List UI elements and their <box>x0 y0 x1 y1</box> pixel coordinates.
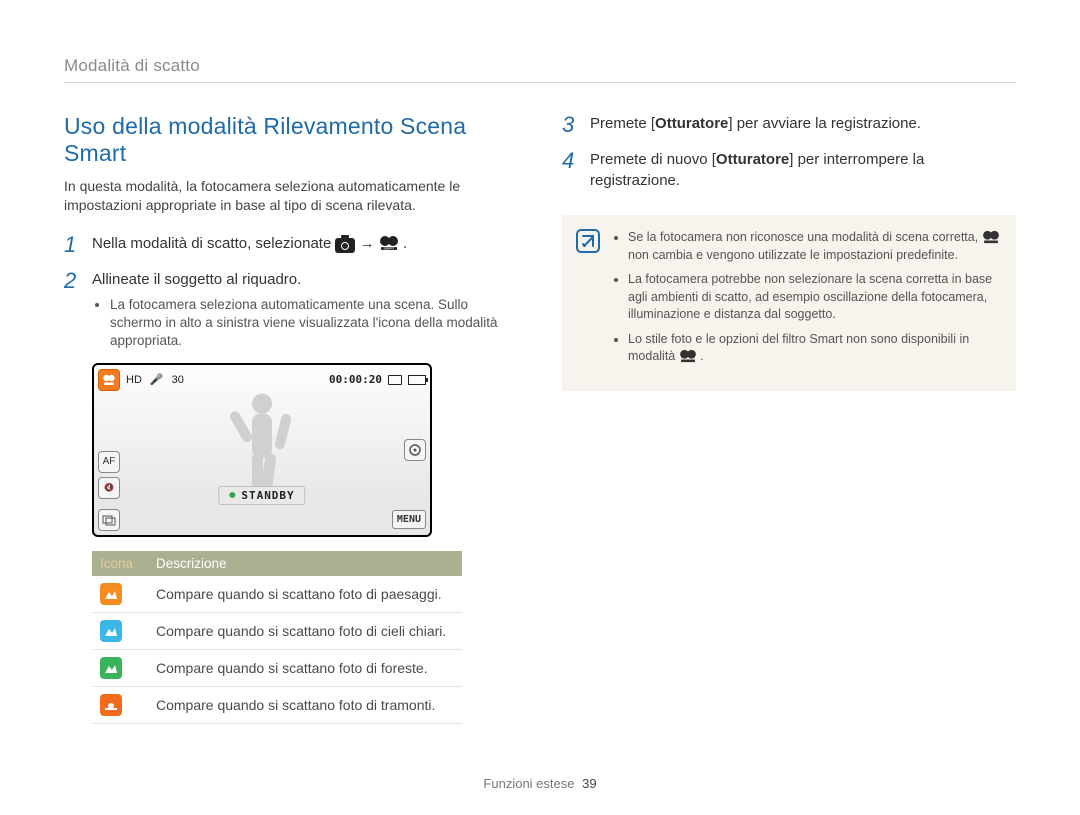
left-column: Uso della modalità Rilevamento Scena Sma… <box>64 113 518 724</box>
lcd-standby-badge: STANDBY <box>218 486 305 505</box>
smart-mode-icon: SMART <box>379 235 399 251</box>
step-number: 3 <box>562 113 580 137</box>
lcd-mode-button <box>404 439 426 461</box>
two-column-layout: Uso della modalità Rilevamento Scena Sma… <box>64 113 1016 724</box>
lcd-bottom-row: MENU <box>98 509 426 531</box>
card-icon <box>388 375 402 385</box>
step-3-text: Premete [Otturatore] per avviare la regi… <box>590 113 921 137</box>
sunset-icon <box>100 694 122 716</box>
step-number: 2 <box>64 269 82 351</box>
step-2-bullets: La fotocamera seleziona automaticamente … <box>110 296 518 351</box>
lcd-left-column: AF 🔇 <box>98 451 120 499</box>
note-box: Se la fotocamera non riconosce una modal… <box>562 215 1016 391</box>
step-4: 4 Premete di nuovo [Otturatore] per inte… <box>562 149 1016 191</box>
step-3: 3 Premete [Otturatore] per avviare la re… <box>562 113 1016 137</box>
table-cell-desc: Compare quando si scattano foto di fores… <box>148 649 462 686</box>
battery-icon <box>408 375 426 385</box>
divider <box>64 82 1016 83</box>
breadcrumb: Modalità di scatto <box>64 56 1016 76</box>
table-cell-desc: Compare quando si scattano foto di paesa… <box>148 576 462 613</box>
step-2-text: Allineate il soggetto al riquadro. <box>92 271 301 288</box>
step-2-bullet: La fotocamera seleziona automaticamente … <box>110 296 518 351</box>
step-2: 2 Allineate il soggetto al riquadro. La … <box>64 269 518 351</box>
step-4-text: Premete di nuovo [Otturatore] per interr… <box>590 149 1016 191</box>
table-row: Compare quando si scattano foto di fores… <box>92 649 462 686</box>
smart-scene-icon <box>98 369 120 391</box>
table-row: Compare quando si scattano foto di paesa… <box>92 576 462 613</box>
step-number: 1 <box>64 233 82 257</box>
record-dot-icon <box>229 492 235 498</box>
table-cell-desc: Compare quando si scattano foto di cieli… <box>148 612 462 649</box>
right-column: 3 Premete [Otturatore] per avviare la re… <box>562 113 1016 724</box>
note-item: Lo stile foto e le opzioni del filtro Sm… <box>628 331 1000 366</box>
section-title: Uso della modalità Rilevamento Scena Sma… <box>64 113 518 167</box>
sky-icon <box>100 620 122 642</box>
landscape-icon <box>100 583 122 605</box>
page-footer: Funzioni estese 39 <box>0 776 1080 791</box>
note-icon <box>576 229 600 253</box>
step-1: 1 Nella modalità di scatto, selezionate … <box>64 233 518 257</box>
lcd-menu-button: MENU <box>392 510 426 529</box>
lcd-hd-icon: HD <box>124 374 144 386</box>
note-item: La fotocamera potrebbe non selezionare l… <box>628 271 1000 324</box>
svg-text:SMART: SMART <box>383 246 394 250</box>
table-header-icon: Icona <box>92 551 148 576</box>
lcd-timecode: 00:00:20 <box>329 373 382 386</box>
forest-icon <box>100 657 122 679</box>
lcd-af-button: AF <box>98 451 120 473</box>
footer-page-number: 39 <box>582 776 596 791</box>
smart-mode-icon <box>982 230 1000 244</box>
table-header-desc: Descrizione <box>148 551 462 576</box>
intro-text: In questa modalità, la fotocamera selezi… <box>64 177 518 215</box>
lcd-top-right: 00:00:20 <box>329 373 426 386</box>
note-item: Se la fotocamera non riconosce una modal… <box>628 229 1000 264</box>
step-1-text: Nella modalità di scatto, selezionate → … <box>92 233 407 257</box>
table-cell-desc: Compare quando si scattano foto di tramo… <box>148 686 462 723</box>
lcd-right-column <box>404 439 426 461</box>
step-2-body: Allineate il soggetto al riquadro. La fo… <box>92 269 518 351</box>
scene-icon-table: Icona Descrizione Compare quando si scat… <box>92 551 462 724</box>
table-row: Compare quando si scattano foto di tramo… <box>92 686 462 723</box>
step-number: 4 <box>562 149 580 191</box>
lcd-sound-off-button: 🔇 <box>98 477 120 499</box>
footer-section: Funzioni estese <box>483 776 574 791</box>
manual-page: Modalità di scatto Uso della modalità Ri… <box>0 0 1080 724</box>
note-list: Se la fotocamera non riconosce una modal… <box>628 229 1000 373</box>
steps-list-left: 1 Nella modalità di scatto, selezionate … <box>64 233 518 351</box>
lcd-mic-icon: 🎤 <box>148 373 166 386</box>
steps-list-right: 3 Premete [Otturatore] per avviare la re… <box>562 113 1016 191</box>
camera-lcd-preview: HD 🎤 30 00:00:20 <box>92 363 432 537</box>
smart-mode-icon <box>679 349 697 363</box>
lcd-gallery-button <box>98 509 120 531</box>
lcd-fps-icon: 30 <box>170 374 186 386</box>
table-row: Compare quando si scattano foto di cieli… <box>92 612 462 649</box>
camera-icon <box>335 238 355 253</box>
